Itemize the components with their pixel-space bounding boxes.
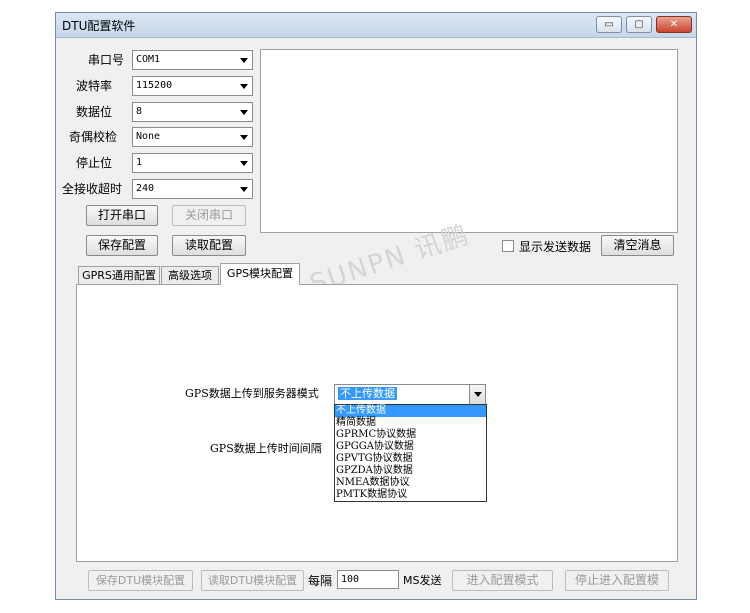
stopbits-value: 1: [136, 157, 143, 168]
parity-select[interactable]: None: [132, 127, 253, 147]
read-config-button[interactable]: 读取配置: [172, 235, 246, 256]
parity-value: None: [136, 131, 161, 142]
dropdown-button[interactable]: [469, 385, 485, 404]
baud-label: 波特率: [76, 79, 113, 93]
chevron-down-icon: [240, 84, 248, 89]
dropdown-option[interactable]: GPGGA协议数据: [335, 441, 486, 453]
timeout-label: 全接收超时: [62, 182, 123, 196]
stop-config-mode-button[interactable]: 停止进入配置模: [565, 570, 669, 591]
chevron-down-icon: [240, 58, 248, 63]
chevron-down-icon: [240, 161, 248, 166]
chevron-down-icon: [240, 135, 248, 140]
chevron-down-icon: [240, 187, 248, 192]
minimize-button[interactable]: ▭: [596, 16, 622, 33]
databits-value: 8: [136, 106, 143, 117]
show-send-label: 显示发送数据: [519, 240, 592, 254]
open-port-button[interactable]: 打开串口: [86, 205, 158, 226]
dropdown-option[interactable]: 精简数据: [335, 417, 486, 429]
databits-label: 数据位: [76, 105, 113, 119]
maximize-button[interactable]: ▢: [626, 16, 652, 33]
tab-advanced[interactable]: 高级选项: [161, 266, 219, 285]
dropdown-option[interactable]: NMEA数据协议: [335, 477, 486, 489]
every-label: 每隔: [308, 574, 333, 588]
interval-ms-input[interactable]: 100: [337, 570, 399, 589]
save-dtu-button[interactable]: 保存DTU模块配置: [88, 570, 193, 591]
timeout-select[interactable]: 240: [132, 179, 253, 199]
dtu-config-window: DTU配置软件 ▭ ▢ ✕ 串口号 COM1 波特率 115200 数据位 8 …: [55, 12, 697, 600]
clear-message-button[interactable]: 清空消息: [601, 235, 674, 256]
show-send-checkbox[interactable]: [502, 240, 514, 252]
title-bar: DTU配置软件 ▭ ▢ ✕: [56, 13, 696, 38]
timeout-value: 240: [136, 183, 155, 194]
baud-select[interactable]: 115200: [132, 76, 253, 96]
window-title: DTU配置软件: [62, 19, 136, 33]
dropdown-option[interactable]: GPZDA协议数据: [335, 465, 486, 477]
port-value: COM1: [136, 54, 161, 65]
gps-mode-dropdown-list: 不上传数据 精简数据 GPRMC协议数据 GPGGA协议数据 GPVTG协议数据…: [334, 404, 487, 502]
gps-mode-label: GPS数据上传到服务器模式: [185, 387, 319, 400]
chevron-down-icon: [474, 392, 482, 397]
gps-mode-value: 不上传数据: [338, 387, 397, 400]
dropdown-option[interactable]: GPVTG协议数据: [335, 453, 486, 465]
read-dtu-button[interactable]: 读取DTU模块配置: [201, 570, 304, 591]
chevron-down-icon: [240, 110, 248, 115]
baud-value: 115200: [136, 80, 173, 91]
gps-interval-label: GPS数据上传时间间隔: [210, 442, 322, 455]
ms-send-label: MS发送: [403, 574, 442, 587]
tab-gps-module[interactable]: GPS模块配置: [220, 263, 300, 285]
close-button[interactable]: ✕: [656, 16, 692, 33]
tab-gprs-general[interactable]: GPRS通用配置: [78, 266, 160, 285]
save-config-button[interactable]: 保存配置: [86, 235, 158, 256]
stopbits-label: 停止位: [76, 156, 113, 170]
gps-mode-select[interactable]: 不上传数据: [334, 384, 486, 405]
stopbits-select[interactable]: 1: [132, 153, 253, 173]
port-label: 串口号: [88, 53, 125, 67]
enter-config-mode-button[interactable]: 进入配置模式: [452, 570, 553, 591]
close-port-button[interactable]: 关闭串口: [172, 205, 246, 226]
dropdown-option[interactable]: 不上传数据: [335, 405, 486, 417]
parity-label: 奇偶校检: [69, 130, 118, 144]
databits-select[interactable]: 8: [132, 102, 253, 122]
dropdown-option[interactable]: GPRMC协议数据: [335, 429, 486, 441]
message-log[interactable]: [260, 49, 678, 233]
dropdown-option[interactable]: PMTK数据协议: [335, 489, 486, 501]
port-select[interactable]: COM1: [132, 50, 253, 70]
